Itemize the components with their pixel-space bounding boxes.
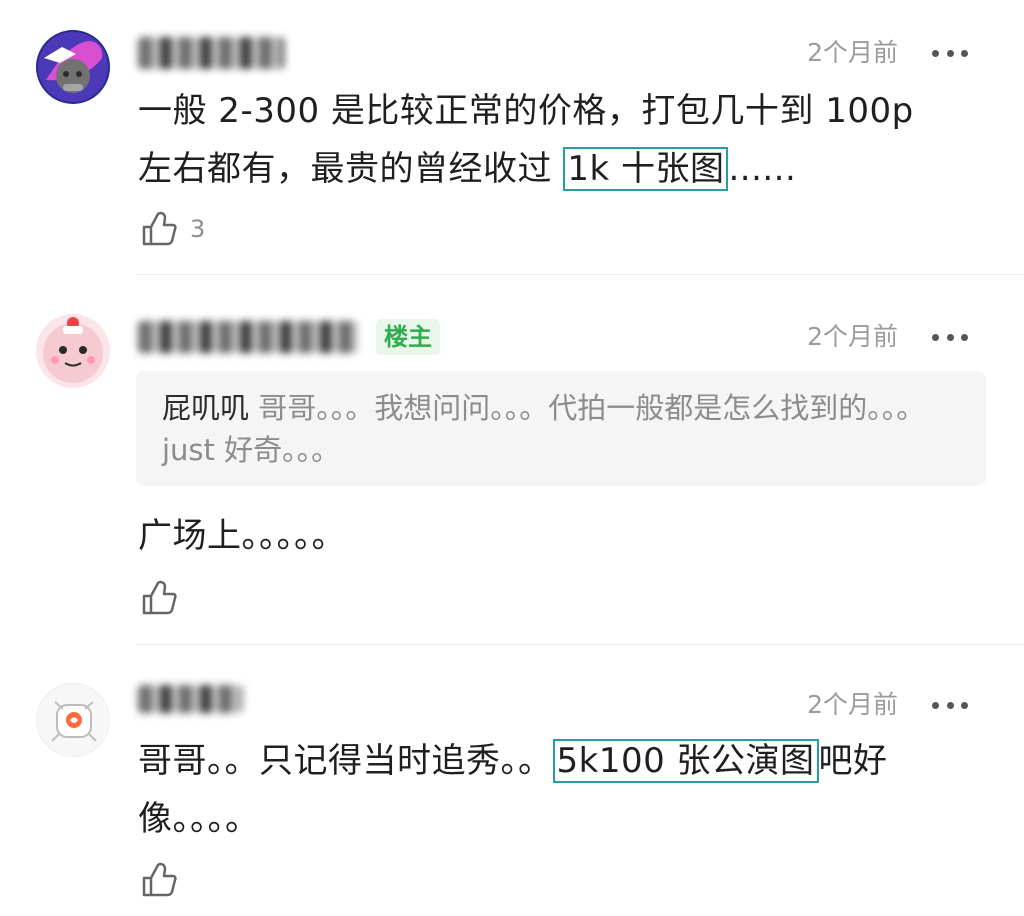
like-count: 3 [190, 215, 206, 243]
comment-text: 广场上。。。。。 [138, 516, 346, 556]
blurred-username [138, 321, 358, 353]
quoted-reply[interactable]: 屁叽叽 哥哥。。。我想问问。。。代拍一般都是怎么找到的。。。just 好奇。。。 [136, 371, 986, 486]
comment-time: 2个月前 [807, 322, 898, 351]
comment-text: 一般 2-300 是比较正常的价格，打包几十到 100p 左右都有，最贵的曾经收… [138, 82, 958, 198]
more-icon[interactable] [932, 687, 968, 723]
thumbs-up-icon [142, 580, 177, 615]
avatar[interactable] [36, 30, 110, 104]
thumbs-up-icon [142, 211, 177, 246]
comment-3: 2个月前 哥哥。。只记得当时追秀。。 5k100 张公演图 吧好像。。。。 [0, 646, 1024, 916]
username[interactable] [138, 681, 242, 717]
avatar-image [36, 30, 110, 104]
comment-time: 2个月前 [807, 38, 898, 67]
comment-time: 2个月前 [807, 690, 898, 719]
username[interactable] [138, 35, 284, 71]
comment-1: 2个月前 一般 2-300 是比较正常的价格，打包几十到 100p 左右都有，最… [0, 0, 1024, 276]
comment-divider [136, 274, 1024, 275]
comment-text-before: 一般 2-300 是比较正常的价格，打包几十到 100p 左右都有，最贵的曾经收… [138, 91, 914, 189]
comment-text: 哥哥。。只记得当时追秀。。 5k100 张公演图 吧好像。。。。 [138, 732, 958, 848]
highlighted-price: 1k 十张图 [563, 147, 729, 191]
thumbs-up-icon [142, 862, 177, 897]
comment-text-after: ...... [728, 149, 797, 189]
highlighted-price: 5k100 张公演图 [552, 739, 819, 783]
quoted-author[interactable]: 屁叽叽 [162, 391, 249, 425]
more-icon[interactable] [932, 319, 968, 355]
owner-badge: 楼主 [376, 319, 440, 355]
blurred-username [138, 37, 284, 69]
username[interactable] [138, 319, 358, 355]
comment-text-before: 哥哥。。只记得当时追秀。。 [138, 741, 553, 781]
comment-2: 楼主 2个月前 屁叽叽 哥哥。。。我想问问。。。代拍一般都是怎么找到的。。。ju… [0, 276, 1024, 646]
avatar-image [37, 684, 109, 756]
avatar[interactable] [36, 314, 110, 388]
quoted-text: 哥哥。。。我想问问。。。代拍一般都是怎么找到的。。。just 好奇。。。 [162, 391, 926, 467]
comment-divider [136, 644, 1024, 645]
like-button[interactable] [140, 861, 178, 899]
like-button[interactable] [140, 579, 178, 617]
more-icon[interactable] [932, 35, 968, 71]
avatar[interactable] [36, 683, 110, 757]
blurred-username [138, 685, 242, 713]
like-button[interactable]: 3 [140, 210, 205, 248]
avatar-image [36, 314, 110, 388]
